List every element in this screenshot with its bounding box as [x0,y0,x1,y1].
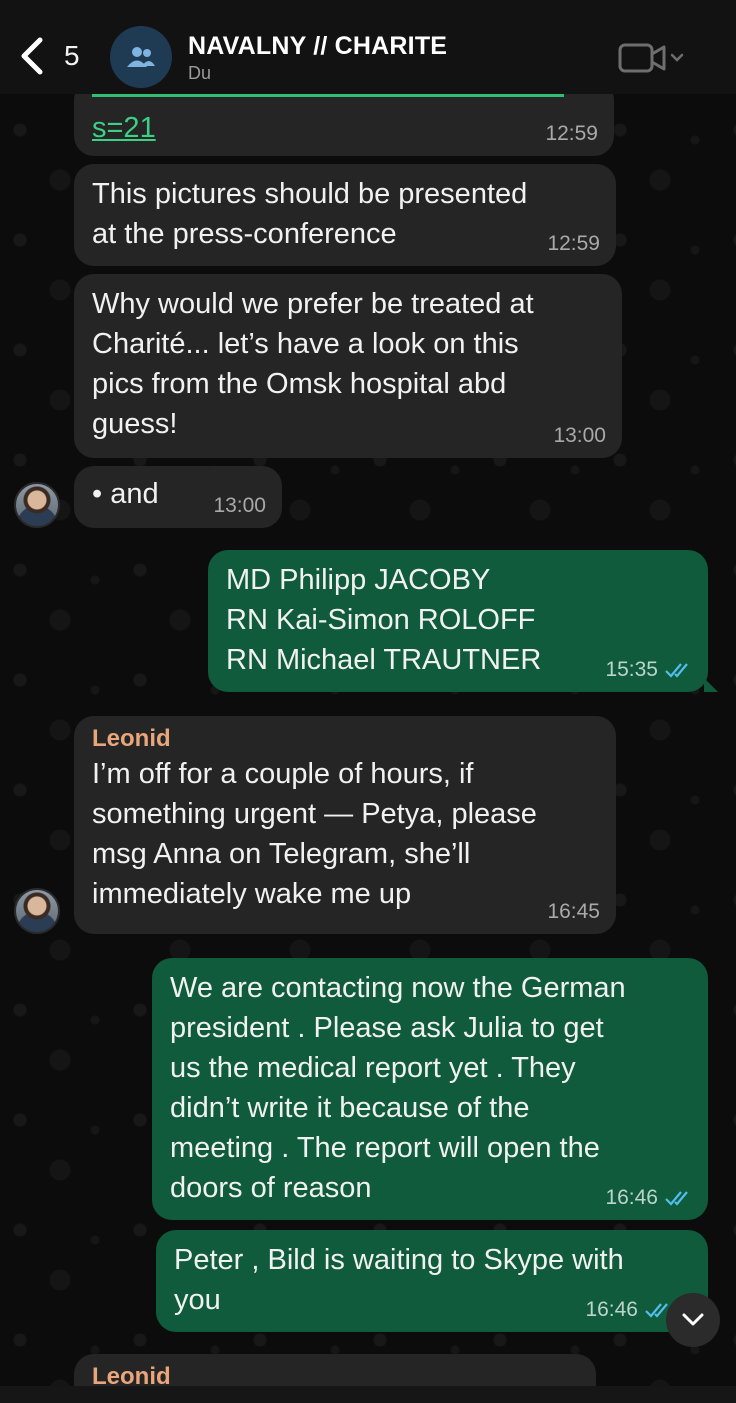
input-bar-edge [0,1386,736,1403]
message-bubble[interactable]: MD Philipp JACOBY RN Kai-Simon ROLOFF RN… [208,550,708,692]
message-text: I’m off for a couple of hours, if someth… [92,758,537,910]
message-time: 16:46 [585,1298,672,1322]
sender-avatar[interactable] [14,482,60,528]
link-underline-bar [92,94,564,97]
message-time: 12:59 [547,232,600,255]
chevron-down-icon [682,1313,704,1326]
bubble-tail [704,678,718,692]
message-link[interactable]: s=21 [92,112,156,144]
group-icon [127,47,155,67]
back-unread-count[interactable]: 5 [64,40,80,72]
message-time: 16:46 [605,1186,692,1210]
message-text: This pictures should be presented at the… [92,178,528,250]
message-time: 15:35 [605,658,692,682]
message-bubble[interactable]: Why would we prefer be treated at Charit… [74,274,622,458]
message-bubble[interactable]: This pictures should be presented at the… [74,164,616,266]
message-time: 12:59 [545,122,598,145]
read-ticks-icon [665,663,688,678]
scroll-to-bottom-button[interactable] [666,1293,720,1347]
message-bubble[interactable]: We are contacting now the German preside… [152,958,708,1220]
message-time: 13:00 [213,494,266,517]
chevron-left-icon[interactable] [18,36,48,76]
message-text: We are contacting now the German preside… [170,972,626,1204]
message-bubble[interactable]: Leonid I’m off for a couple of hours, if… [74,716,616,934]
chat-subtitle: Du [188,63,212,83]
message-bubble[interactable]: • and 13:00 [74,466,282,528]
sender-avatar[interactable] [14,888,60,934]
read-ticks-icon [665,1191,688,1206]
message-time: 16:45 [547,900,600,923]
group-avatar[interactable] [110,26,172,88]
sender-name[interactable]: Leonid [92,724,598,754]
chat-title[interactable]: NAVALNY // CHARITE [188,32,447,61]
chat-header: 5 NAVALNY // CHARITE Du [0,0,736,94]
message-time: 13:00 [553,424,606,447]
video-call-icon[interactable] [618,42,688,74]
message-text: Why would we prefer be treated at Charit… [92,288,534,440]
message-bubble[interactable]: Peter , Bild is waiting to Skype with yo… [156,1230,708,1332]
